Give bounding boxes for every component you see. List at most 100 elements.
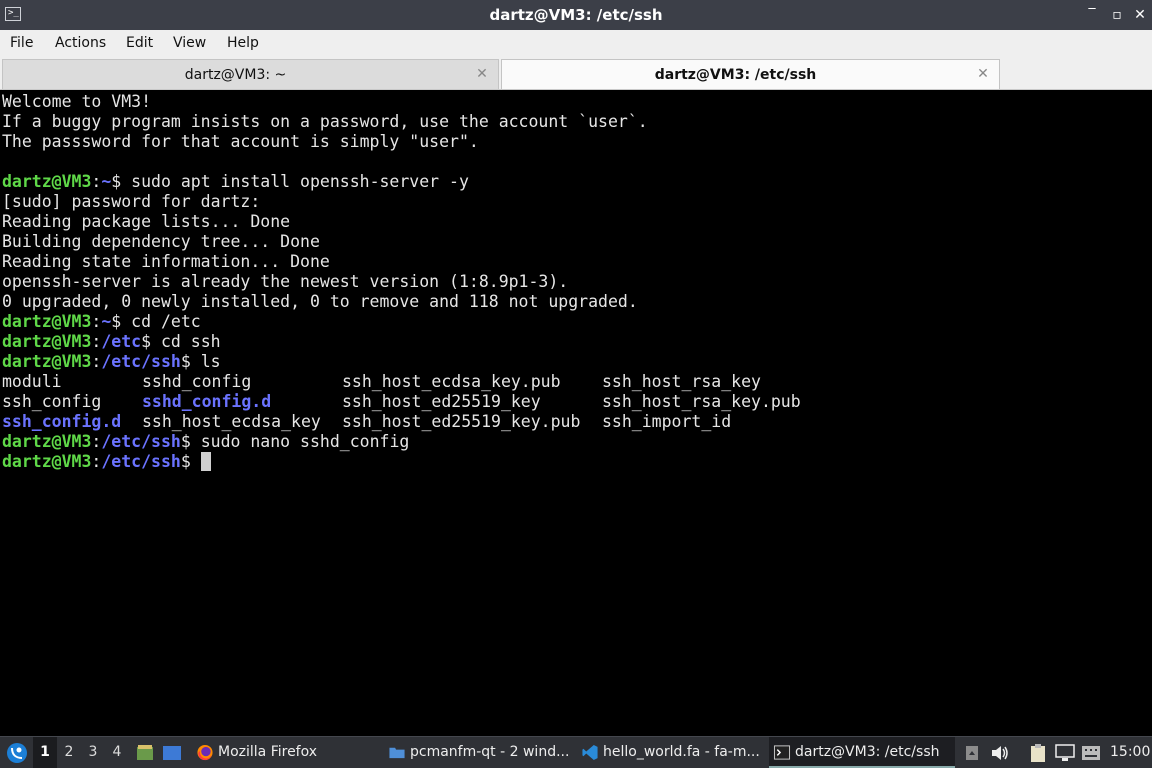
terminal-line: The passsword for that account is simply… xyxy=(2,132,479,151)
panel-arrow-icon xyxy=(966,746,978,760)
tray-clipboard[interactable] xyxy=(1027,737,1049,768)
prompt-command: cd ssh xyxy=(160,332,221,351)
prompt-path: /etc/ssh xyxy=(101,432,181,451)
task-firefox[interactable]: Mozilla Firefox xyxy=(192,737,378,768)
workspace-2[interactable]: 2 xyxy=(57,737,81,768)
task-label: pcmanfm-qt - 2 wind... xyxy=(410,744,570,760)
ls-file-entry: ssh_host_rsa_key.pub xyxy=(602,392,801,411)
prompt-command: ls xyxy=(200,352,221,371)
terminal-line: If a buggy program insists on a password… xyxy=(2,112,648,131)
tab-close-icon[interactable]: ✕ xyxy=(474,66,490,82)
prompt-user-host: dartz@VM3 xyxy=(2,312,92,331)
quicklaunch-file-manager[interactable] xyxy=(133,737,157,768)
prompt-user-host: dartz@VM3 xyxy=(2,352,92,371)
prompt-separator: : xyxy=(91,332,102,351)
ls-file-entry: ssh_host_rsa_key xyxy=(602,372,761,391)
prompt-user-host: dartz@VM3 xyxy=(2,172,92,191)
tray-volume[interactable] xyxy=(989,737,1011,768)
terminal-line: Welcome to VM3! xyxy=(2,92,152,111)
terminal-prompt-line: dartz@VM3:/etc/ssh$ ls xyxy=(2,352,802,372)
prompt-symbol: $ xyxy=(180,432,201,451)
prompt-command: cd /etc xyxy=(131,312,201,331)
ls-output-row: ssh_config sshd_config.d ssh_host_ed25519_… xyxy=(2,392,802,412)
terminal-line: Reading package lists... Done xyxy=(2,212,291,231)
ls-output-row: ssh_config.d ssh_host_ecdsa_key ssh_host_e… xyxy=(2,412,802,432)
prompt-path: ~ xyxy=(101,312,112,331)
tab-close-icon[interactable]: ✕ xyxy=(975,66,991,82)
ls-file-entry: ssh_host_ed25519_key xyxy=(342,392,541,411)
task-label: dartz@VM3: /etc/ssh xyxy=(795,744,940,760)
workspace-4[interactable]: 4 xyxy=(105,737,129,768)
ls-directory-entry: sshd_config.d xyxy=(142,392,272,411)
menu-edit[interactable]: Edit xyxy=(126,30,153,56)
prompt-separator: : xyxy=(91,312,102,331)
clipboard-icon xyxy=(1031,744,1045,762)
keyboard-icon xyxy=(1082,746,1100,760)
workspace-1[interactable]: 1 xyxy=(33,737,57,768)
terminal-line: [sudo] password for dartz: xyxy=(2,192,261,211)
menu-help[interactable]: Help xyxy=(227,30,259,56)
prompt-command: sudo apt install openssh-server -y xyxy=(131,172,469,191)
file-manager-icon xyxy=(137,745,153,760)
volume-icon xyxy=(992,746,1008,760)
tray-panel-menu[interactable] xyxy=(963,737,981,768)
tab-label: dartz@VM3: /etc/ssh xyxy=(654,67,817,83)
prompt-symbol: $ xyxy=(141,332,161,351)
window-title: dartz@VM3: /etc/ssh xyxy=(489,6,663,24)
prompt-symbol: $ xyxy=(180,452,201,471)
terminal-output[interactable]: Welcome to VM3! If a buggy program insist… xyxy=(0,90,1152,736)
firefox-icon xyxy=(197,744,213,761)
ls-file-entry: ssh_host_ecdsa_key.pub xyxy=(342,372,561,391)
ls-file-entry: ssh_config xyxy=(2,392,102,411)
start-menu-button[interactable] xyxy=(4,737,30,768)
ls-file-entry: ssh_import_id xyxy=(602,412,732,431)
network-icon xyxy=(1055,744,1075,761)
prompt-path: /etc/ssh xyxy=(101,452,181,471)
ls-file-entry: moduli xyxy=(2,372,62,391)
tab-etc-ssh[interactable]: dartz@VM3: /etc/ssh ✕ xyxy=(501,59,1000,89)
minimize-icon[interactable]: ‾ xyxy=(1083,6,1101,24)
terminal-prompt-line: dartz@VM3:~$ sudo apt install openssh-se… xyxy=(2,172,802,192)
terminal-line: Reading state information... Done xyxy=(2,252,330,271)
folder-icon xyxy=(389,747,405,759)
tray-network[interactable] xyxy=(1054,737,1076,768)
prompt-symbol: $ xyxy=(111,172,132,191)
terminal-prompt-line: dartz@VM3:/etc$ cd ssh xyxy=(2,332,802,352)
task-vscode[interactable]: hello_world.fa - fa-m... xyxy=(577,737,765,768)
prompt-separator: : xyxy=(91,452,102,471)
menu-file[interactable]: File xyxy=(10,30,33,56)
quicklaunch-show-desktop[interactable] xyxy=(160,737,184,768)
prompt-separator: : xyxy=(91,352,102,371)
terminal-line: openssh-server is already the newest ver… xyxy=(2,272,569,291)
close-icon[interactable]: ✕ xyxy=(1131,6,1149,24)
workspace-3[interactable]: 3 xyxy=(81,737,105,768)
vscode-icon xyxy=(582,744,598,761)
clock[interactable]: 15:00 xyxy=(1110,737,1150,768)
prompt-separator: : xyxy=(91,172,102,191)
maximize-icon[interactable]: ▫ xyxy=(1108,6,1126,24)
task-terminal[interactable]: dartz@VM3: /etc/ssh xyxy=(769,737,955,768)
menu-actions[interactable]: Actions xyxy=(55,30,106,56)
menu-bar: File Actions Edit View Help xyxy=(0,30,1152,56)
tab-home[interactable]: dartz@VM3: ~ ✕ xyxy=(2,59,499,89)
tray-keyboard[interactable] xyxy=(1080,737,1102,768)
ls-file-entry: ssh_host_ed25519_key.pub xyxy=(342,412,581,431)
prompt-user-host: dartz@VM3 xyxy=(2,332,92,351)
ls-file-entry: sshd_config xyxy=(142,372,252,391)
show-desktop-icon xyxy=(163,746,181,760)
task-label: Mozilla Firefox xyxy=(218,744,318,760)
tab-bar: dartz@VM3: ~ ✕ dartz@VM3: /etc/ssh ✕ xyxy=(0,56,1152,90)
terminal-icon xyxy=(773,745,791,760)
task-pcmanfm[interactable]: pcmanfm-qt - 2 wind... xyxy=(384,737,572,768)
terminal-prompt-line: dartz@VM3:/etc/ssh$ sudo nano sshd_confi… xyxy=(2,432,802,452)
menu-view[interactable]: View xyxy=(173,30,206,56)
ls-file-entry: ssh_host_ecdsa_key xyxy=(142,412,321,431)
ls-directory-entry: ssh_config.d xyxy=(2,412,122,431)
window-titlebar[interactable]: >_ dartz@VM3: /etc/ssh ‾ ▫ ✕ xyxy=(0,0,1152,30)
ls-output-row: moduli sshd_config ssh_host_ecdsa_key.pub s… xyxy=(2,372,802,392)
prompt-path: /etc xyxy=(101,332,142,351)
task-label: hello_world.fa - fa-m... xyxy=(603,744,760,760)
prompt-separator: : xyxy=(91,432,102,451)
terminal-line: 0 upgraded, 0 newly installed, 0 to remo… xyxy=(2,292,638,311)
